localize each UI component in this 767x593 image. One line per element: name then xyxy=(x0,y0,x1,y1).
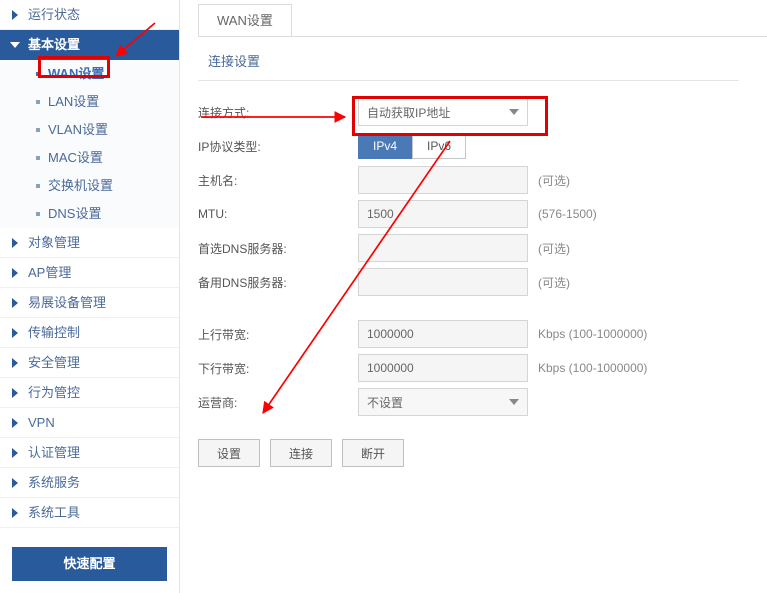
nav-item-basic-settings[interactable]: 基本设置 xyxy=(0,30,179,60)
caret-down-icon xyxy=(10,42,20,48)
hint-mtu: (576-1500) xyxy=(538,207,597,221)
chevron-down-icon xyxy=(509,109,519,115)
sub-nav-dns[interactable]: DNS设置 xyxy=(0,200,179,228)
label-mtu: MTU: xyxy=(198,207,358,221)
caret-right-icon xyxy=(12,358,18,368)
sub-nav-mac[interactable]: MAC设置 xyxy=(0,144,179,172)
hint-dns2: (可选) xyxy=(538,274,570,291)
hint-up-bw: Kbps (100-1000000) xyxy=(538,327,647,341)
input-up-bw[interactable]: 1000000 xyxy=(358,320,528,348)
toggle-ipv6[interactable]: IPv6 xyxy=(412,133,466,159)
nav-item-security[interactable]: 安全管理 xyxy=(0,348,179,378)
label-isp: 运营商: xyxy=(198,394,358,411)
label-conn-mode: 连接方式: xyxy=(198,104,358,121)
nav-label: 运行状态 xyxy=(28,7,80,22)
label-down-bw: 下行带宽: xyxy=(198,360,358,377)
caret-right-icon xyxy=(12,508,18,518)
hint-dns1: (可选) xyxy=(538,240,570,257)
caret-right-icon xyxy=(12,328,18,338)
nav-item-traffic[interactable]: 传输控制 xyxy=(0,318,179,348)
sub-nav-lan[interactable]: LAN设置 xyxy=(0,88,179,116)
hint-down-bw: Kbps (100-1000000) xyxy=(538,361,647,375)
section-title: 连接设置 xyxy=(198,37,739,81)
nav-label: 基本设置 xyxy=(28,37,80,52)
connect-button[interactable]: 连接 xyxy=(270,439,332,467)
caret-right-icon xyxy=(12,238,18,248)
sub-nav-wan[interactable]: WAN设置 xyxy=(0,60,179,88)
nav-item-mesh-mgmt[interactable]: 易展设备管理 xyxy=(0,288,179,318)
caret-right-icon xyxy=(12,418,18,428)
sub-nav-list: WAN设置 LAN设置 VLAN设置 MAC设置 交换机设置 DNS设置 xyxy=(0,60,179,228)
nav-item-ap-mgmt[interactable]: AP管理 xyxy=(0,258,179,288)
quick-config-button[interactable]: 快速配置 xyxy=(12,547,167,581)
nav-item-sys-tools[interactable]: 系统工具 xyxy=(0,498,179,528)
nav-item-runstatus[interactable]: 运行状态 xyxy=(0,0,179,30)
input-dns2[interactable] xyxy=(358,268,528,296)
caret-right-icon xyxy=(12,268,18,278)
input-dns1[interactable] xyxy=(358,234,528,262)
label-ip-proto: IP协议类型: xyxy=(198,138,358,155)
nav-item-sys-service[interactable]: 系统服务 xyxy=(0,468,179,498)
caret-right-icon xyxy=(12,388,18,398)
select-isp[interactable]: 不设置 xyxy=(358,388,528,416)
tab-wan-settings[interactable]: WAN设置 xyxy=(198,4,292,36)
select-conn-mode[interactable]: 自动获取IP地址 xyxy=(358,98,528,126)
disconnect-button[interactable]: 断开 xyxy=(342,439,404,467)
input-mtu[interactable]: 1500 xyxy=(358,200,528,228)
nav-item-behavior[interactable]: 行为管控 xyxy=(0,378,179,408)
caret-right-icon xyxy=(12,298,18,308)
label-up-bw: 上行带宽: xyxy=(198,326,358,343)
label-dns1: 首选DNS服务器: xyxy=(198,240,358,257)
apply-button[interactable]: 设置 xyxy=(198,439,260,467)
caret-right-icon xyxy=(12,478,18,488)
nav-item-auth[interactable]: 认证管理 xyxy=(0,438,179,468)
nav-item-object-mgmt[interactable]: 对象管理 xyxy=(0,228,179,258)
label-hostname: 主机名: xyxy=(198,172,358,189)
toggle-ipv4[interactable]: IPv4 xyxy=(358,133,412,159)
sub-nav-vlan[interactable]: VLAN设置 xyxy=(0,116,179,144)
chevron-down-icon xyxy=(509,399,519,405)
hint-hostname: (可选) xyxy=(538,172,570,189)
nav-item-vpn[interactable]: VPN xyxy=(0,408,179,438)
sub-nav-switch[interactable]: 交换机设置 xyxy=(0,172,179,200)
caret-right-icon xyxy=(12,10,18,20)
input-down-bw[interactable]: 1000000 xyxy=(358,354,528,382)
label-dns2: 备用DNS服务器: xyxy=(198,274,358,291)
input-hostname[interactable] xyxy=(358,166,528,194)
caret-right-icon xyxy=(12,448,18,458)
